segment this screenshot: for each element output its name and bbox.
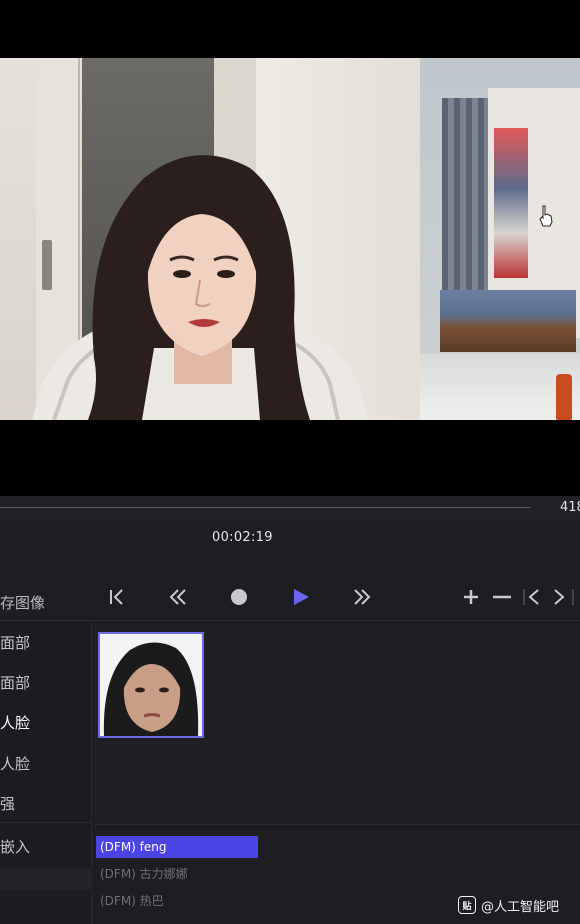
timeline-bar[interactable]: 418 xyxy=(0,496,580,520)
fast-forward-icon[interactable] xyxy=(347,582,377,612)
controls-divider xyxy=(0,620,580,621)
video-preview xyxy=(0,58,580,420)
face-thumbnail[interactable] xyxy=(98,632,204,738)
sidebar-item-face-merge[interactable]: 人脸 xyxy=(0,753,30,774)
hand-cursor-icon xyxy=(539,205,553,227)
rewind-icon[interactable] xyxy=(163,582,193,612)
sidebar: 面部 面部 人脸 人脸 强 嵌入 xyxy=(0,622,92,924)
sidebar-item-face-swap[interactable]: 人脸 xyxy=(0,712,30,733)
sidebar-item-face-2[interactable]: 面部 xyxy=(0,672,30,693)
playback-controls: 存图像 xyxy=(0,580,580,616)
previous-icon[interactable] xyxy=(518,582,548,612)
model-item-feng[interactable]: (DFM) feng xyxy=(96,836,258,858)
app-panel: 418 00:02:19 存图像 xyxy=(0,496,580,924)
watermark-text: @人工智能吧 xyxy=(481,899,560,915)
scene-clothes xyxy=(494,128,528,278)
content-divider xyxy=(94,824,580,825)
model-item-3[interactable]: (DFM) 热巴 xyxy=(96,890,258,912)
zoom-out-icon[interactable] xyxy=(487,582,517,612)
timeline-track[interactable] xyxy=(0,507,530,508)
model-list: (DFM) feng (DFM) 古力娜娜 (DFM) 热巴 xyxy=(96,836,258,917)
sidebar-divider xyxy=(0,822,92,823)
scene-bottle xyxy=(556,374,572,420)
person-figure xyxy=(32,155,368,420)
sidebar-item-enhance[interactable]: 强 xyxy=(0,793,15,814)
sidebar-item-embed[interactable]: 嵌入 xyxy=(0,836,30,857)
tieba-logo-icon: 贴 xyxy=(458,896,476,914)
zoom-in-icon[interactable] xyxy=(456,582,486,612)
face-image xyxy=(100,634,202,736)
sidebar-band xyxy=(0,868,92,890)
sidebar-item-face-1[interactable]: 面部 xyxy=(0,632,30,653)
model-item-2[interactable]: (DFM) 古力娜娜 xyxy=(96,863,258,885)
save-image-button[interactable]: 存图像 xyxy=(0,592,45,613)
next-icon[interactable] xyxy=(547,582,577,612)
watermark: 贴 @人工智能吧 xyxy=(458,894,559,916)
stop-icon[interactable] xyxy=(224,582,254,612)
frame-count: 418 xyxy=(560,500,580,515)
face-gallery xyxy=(94,622,580,822)
scene-bed xyxy=(440,290,576,352)
play-icon[interactable] xyxy=(286,582,316,612)
skip-to-start-icon[interactable] xyxy=(102,582,132,612)
timecode-display: 00:02:19 xyxy=(212,530,273,545)
